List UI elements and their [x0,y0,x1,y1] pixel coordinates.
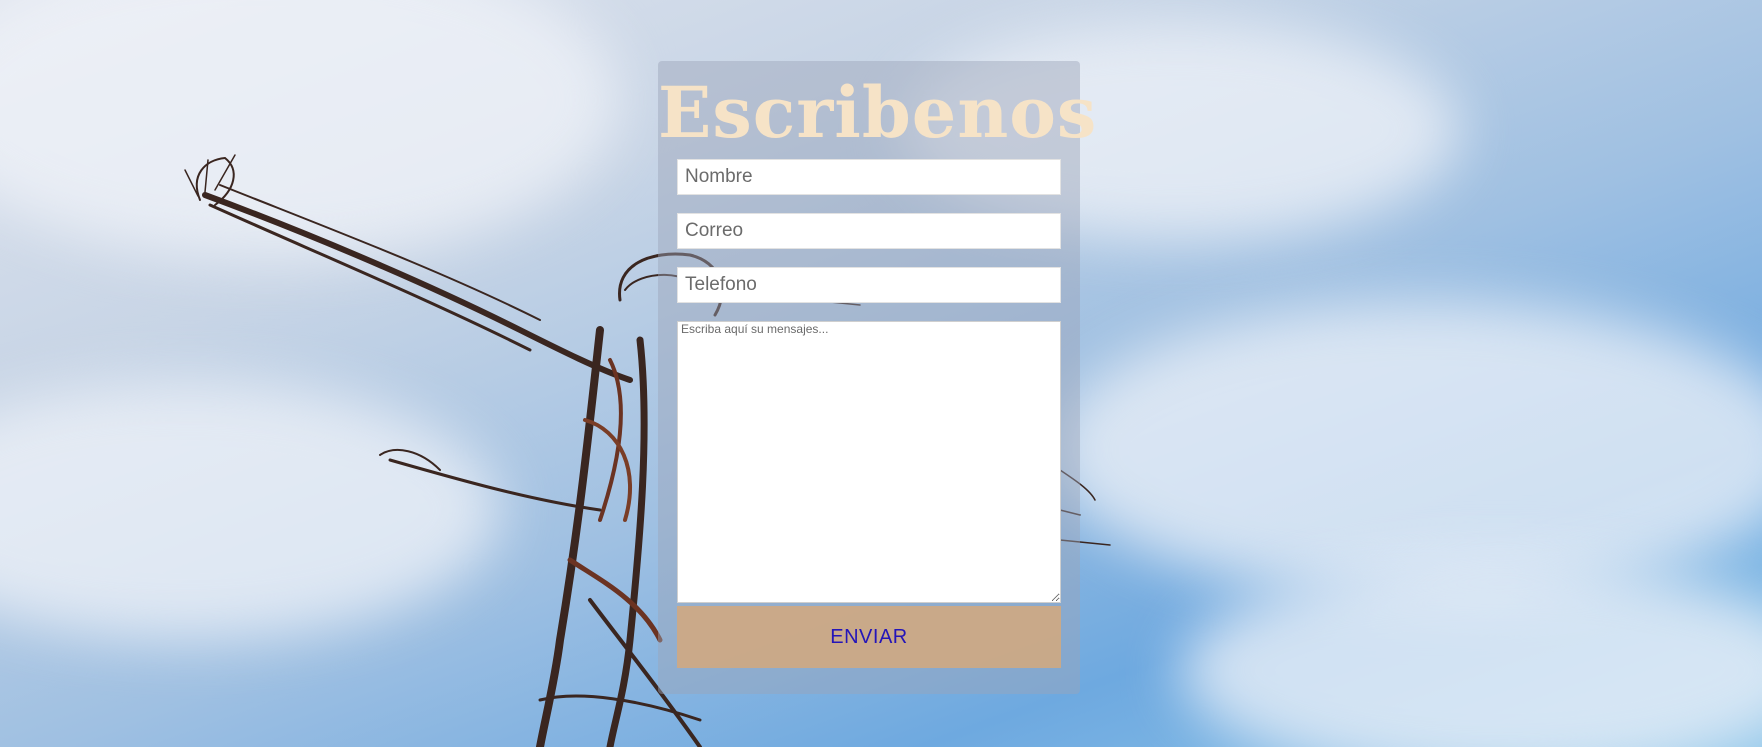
submit-button[interactable]: ENVIAR [677,606,1061,668]
email-input[interactable] [677,213,1061,249]
name-input[interactable] [677,159,1061,195]
contact-form-panel: Escribenos ENVIAR [658,61,1098,694]
form-title: Escribenos [658,71,1098,154]
phone-input[interactable] [677,267,1061,303]
message-textarea[interactable] [677,321,1061,603]
